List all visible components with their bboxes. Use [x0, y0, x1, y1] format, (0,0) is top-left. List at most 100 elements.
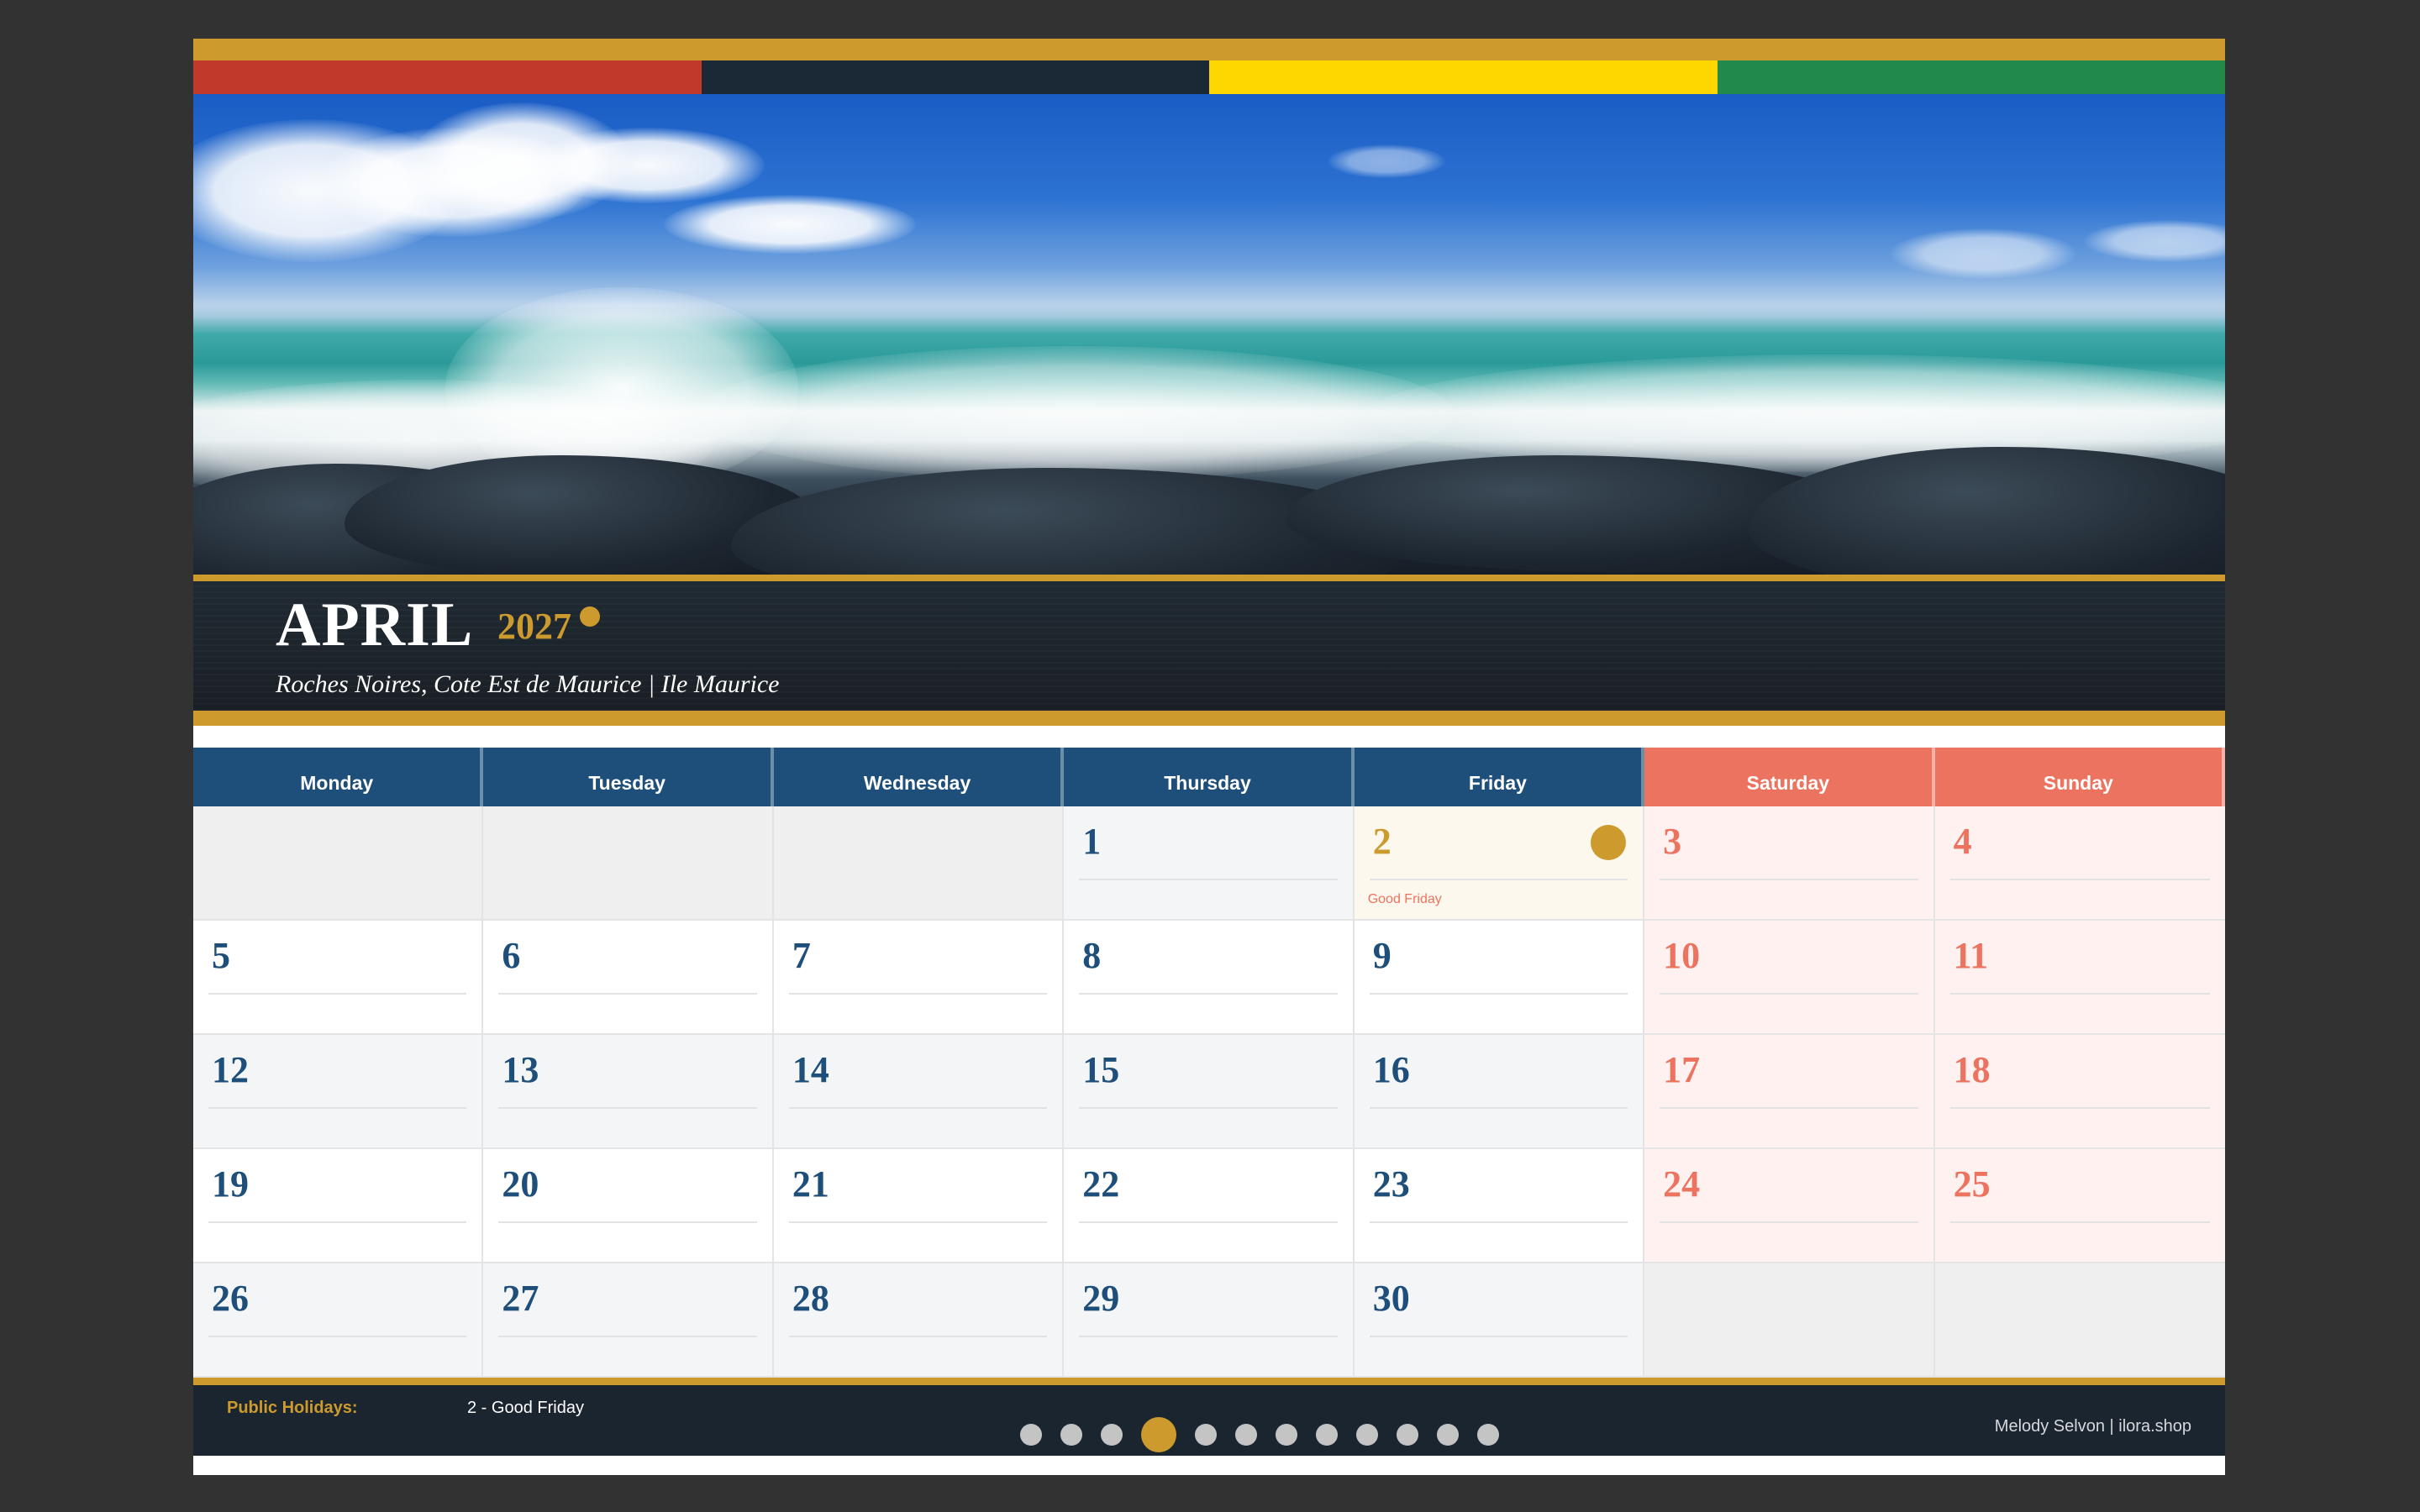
calendar-grid: Monday Tuesday Wednesday Thursday Friday… — [193, 748, 2225, 1378]
weekday-header-monday: Monday — [193, 748, 484, 806]
day-number: 21 — [792, 1163, 829, 1205]
day-cell-empty — [1644, 1263, 1935, 1378]
footer-bar: Public Holidays: 2 - Good Friday Melody … — [193, 1385, 2225, 1456]
day-number: 28 — [792, 1278, 829, 1319]
public-holidays-label: Public Holidays: — [227, 1399, 358, 1417]
pager-dot[interactable] — [1437, 1424, 1459, 1446]
hero-photo-seascape — [193, 94, 2225, 575]
weekday-header-thursday: Thursday — [1064, 748, 1355, 806]
year-label: 2027 — [497, 606, 571, 647]
day-cell-empty — [193, 806, 484, 921]
day-number: 1 — [1082, 821, 1102, 862]
day-number: 3 — [1663, 821, 1682, 862]
pager-dot[interactable] — [1316, 1424, 1338, 1446]
day-cell-weekend[interactable]: 4 — [1934, 806, 2225, 921]
weekday-header-tuesday: Tuesday — [483, 748, 774, 806]
holiday-label: Good Friday — [1367, 892, 1442, 906]
day-number: 25 — [1953, 1163, 1991, 1205]
day-number: 10 — [1663, 935, 1701, 976]
pager-dot-active[interactable] — [1141, 1417, 1176, 1452]
public-holidays-list: 2 - Good Friday — [467, 1399, 584, 1417]
day-cell[interactable]: 20 — [483, 1149, 774, 1263]
day-cell-weekend[interactable]: 17 — [1644, 1035, 1935, 1149]
day-cell[interactable]: 6 — [483, 921, 774, 1035]
day-cell[interactable]: 27 — [483, 1263, 774, 1378]
flag-stripe-red — [193, 60, 702, 94]
day-number: 26 — [212, 1278, 249, 1319]
pager-dot[interactable] — [1020, 1424, 1042, 1446]
day-cell[interactable]: 5 — [193, 921, 484, 1035]
day-cell[interactable]: 29 — [1064, 1263, 1355, 1378]
day-cell[interactable]: 19 — [193, 1149, 484, 1263]
gold-top-bar — [193, 39, 2225, 60]
flag-stripes — [193, 60, 2225, 94]
day-cell[interactable]: 26 — [193, 1263, 484, 1378]
day-cell-weekend[interactable]: 11 — [1934, 921, 2225, 1035]
day-number: 7 — [792, 935, 811, 976]
weekday-header-wednesday: Wednesday — [773, 748, 1065, 806]
gold-divider — [193, 711, 2225, 726]
day-number: 12 — [212, 1049, 249, 1090]
day-number: 4 — [1953, 821, 1972, 862]
day-number: 5 — [212, 935, 230, 976]
day-number: 20 — [502, 1163, 539, 1205]
year-dot-icon — [580, 606, 600, 627]
flag-stripe-green — [1717, 60, 2225, 94]
day-cell[interactable]: 14 — [773, 1035, 1065, 1149]
day-cell-holiday[interactable]: 2 Good Friday — [1354, 806, 1645, 921]
day-cell-weekend[interactable]: 24 — [1644, 1149, 1935, 1263]
pager-dot[interactable] — [1060, 1424, 1082, 1446]
day-cell[interactable]: 8 — [1064, 921, 1355, 1035]
credit-text: Melody Selvon | ilora.shop — [1994, 1417, 2191, 1436]
day-number: 11 — [1953, 935, 1989, 976]
flag-stripe-yellow — [1209, 60, 1718, 94]
day-number: 6 — [502, 935, 521, 976]
day-number: 29 — [1082, 1278, 1120, 1319]
title-band: APRIL 2027 Roches Noires, Cote Est de Ma… — [193, 575, 2225, 711]
day-cell[interactable]: 12 — [193, 1035, 484, 1149]
day-number: 9 — [1372, 935, 1392, 976]
day-cell-weekend[interactable]: 3 — [1644, 806, 1935, 921]
day-number: 8 — [1082, 935, 1102, 976]
month-pager — [193, 1417, 2225, 1452]
day-cell[interactable]: 22 — [1064, 1149, 1355, 1263]
day-cell[interactable]: 28 — [773, 1263, 1065, 1378]
day-cell[interactable]: 15 — [1064, 1035, 1355, 1149]
day-number: 18 — [1953, 1049, 1991, 1090]
day-cell[interactable]: 1 — [1064, 806, 1355, 921]
day-cell[interactable]: 30 — [1354, 1263, 1645, 1378]
flag-stripe-blue — [701, 60, 1209, 94]
pager-dot[interactable] — [1276, 1424, 1297, 1446]
day-number: 24 — [1663, 1163, 1701, 1205]
day-number: 2 — [1372, 821, 1392, 862]
pager-dot[interactable] — [1235, 1424, 1257, 1446]
day-number: 22 — [1082, 1163, 1120, 1205]
day-number: 17 — [1663, 1049, 1701, 1090]
day-number: 14 — [792, 1049, 829, 1090]
holiday-dot-icon — [1591, 825, 1627, 860]
day-cell-weekend[interactable]: 10 — [1644, 921, 1935, 1035]
pager-dot[interactable] — [1195, 1424, 1217, 1446]
day-cell[interactable]: 13 — [483, 1035, 774, 1149]
weekday-header-friday: Friday — [1354, 748, 1645, 806]
day-number: 16 — [1372, 1049, 1410, 1090]
month-title: APRIL — [276, 591, 474, 659]
day-number: 23 — [1372, 1163, 1410, 1205]
day-cell[interactable]: 7 — [773, 921, 1065, 1035]
day-cell-empty — [1934, 1263, 2225, 1378]
day-cell-empty — [483, 806, 774, 921]
pager-dot[interactable] — [1397, 1424, 1418, 1446]
day-number: 27 — [502, 1278, 539, 1319]
location-caption: Roches Noires, Cote Est de Maurice | Ile… — [276, 670, 780, 698]
day-cell[interactable]: 9 — [1354, 921, 1645, 1035]
day-cell[interactable]: 21 — [773, 1149, 1065, 1263]
day-cell[interactable]: 16 — [1354, 1035, 1645, 1149]
day-cell-weekend[interactable]: 25 — [1934, 1149, 2225, 1263]
weekday-header-saturday: Saturday — [1644, 748, 1935, 806]
pager-dot[interactable] — [1477, 1424, 1499, 1446]
pager-dot[interactable] — [1356, 1424, 1378, 1446]
day-cell[interactable]: 23 — [1354, 1149, 1645, 1263]
pager-dot[interactable] — [1101, 1424, 1123, 1446]
day-cell-weekend[interactable]: 18 — [1934, 1035, 2225, 1149]
day-cell-empty — [773, 806, 1065, 921]
